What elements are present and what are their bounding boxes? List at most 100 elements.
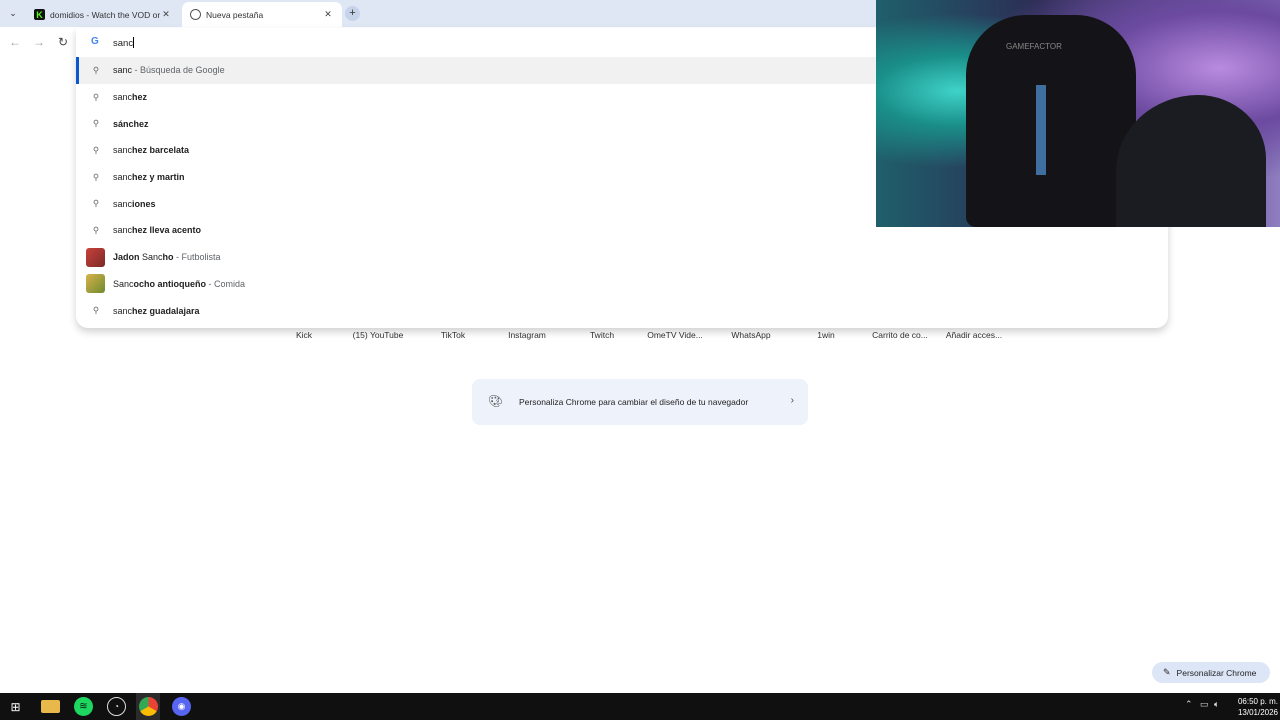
suggestion-text-part: hez lleva acento: [132, 225, 202, 236]
suggestion-text-part: ocho antioqueño: [133, 278, 207, 289]
suggestion-text: Jadon Sancho - Futbolista: [113, 252, 221, 262]
chevron-right-icon: ›: [790, 395, 794, 406]
kick-icon: K: [34, 9, 45, 20]
clock-time: 06:50 p. m.: [1237, 697, 1278, 706]
search-icon: ⚲: [92, 305, 100, 316]
suggestion-text-part: iones: [132, 198, 156, 209]
tab-new-tab[interactable]: Nueva pestaña ✕: [182, 2, 342, 27]
suggestion-text-part: sanc: [113, 145, 133, 156]
shortcut-tile[interactable]: Kick: [269, 330, 339, 340]
suggestion-text-part: sánchez: [113, 118, 149, 129]
suggestion-text: sánchez: [113, 119, 149, 129]
customize-chrome-card[interactable]: 🎨︎ Personaliza Chrome para cambiar el di…: [472, 379, 808, 425]
shortcut-tile[interactable]: Instagram: [492, 330, 562, 340]
food-thumbnail: [86, 274, 105, 294]
suggestion-item[interactable]: Jadon Sancho - Futbolista: [76, 244, 1168, 271]
close-icon[interactable]: ✕: [322, 9, 334, 20]
suggestion-text-part: sanc: [113, 198, 133, 209]
arrow-left-icon: ←: [9, 35, 21, 49]
suggestion-text: sanchez guadalajara: [113, 306, 200, 316]
streamer-head: [1116, 95, 1266, 227]
tab-title: domidios - Watch the VOD on K: [50, 9, 160, 20]
chrome-newtab-icon: [190, 9, 201, 20]
suggestion-text-part: hez y martin: [132, 172, 185, 183]
search-icon: ⚲: [92, 91, 100, 102]
search-icon: ⚲: [92, 64, 100, 75]
system-clock[interactable]: 06:50 p. m. 13/01/2026: [1228, 696, 1278, 718]
back-button[interactable]: ←: [7, 34, 23, 50]
arrow-right-icon: →: [33, 35, 45, 49]
palette-icon: 🎨︎: [488, 394, 504, 408]
suggestion-text-part: sanc: [113, 92, 133, 103]
google-g-icon: G: [91, 36, 99, 47]
suggestion-text-part: sanc: [113, 65, 133, 76]
chevron-down-icon: ⌄: [9, 7, 17, 18]
suggestion-text-part: hez barcelata: [132, 145, 190, 156]
suggestion-text: sanchez y martin: [113, 172, 185, 182]
webcam-overlay: GAMEFACTOR: [876, 0, 1280, 227]
suggestion-text: sanchez: [113, 92, 147, 102]
file-explorer-icon[interactable]: [41, 700, 60, 713]
suggestion-text-part: Sanc: [142, 252, 163, 263]
search-icon: ⚲: [92, 224, 100, 235]
suggestion-text-part: hez guadalajara: [132, 305, 200, 316]
suggestion-text-part: sanc: [113, 172, 133, 183]
customize-chrome-label: Personalizar Chrome: [1176, 667, 1257, 678]
taskbar: ⊞ ≋ ◔ ◉ ⌃ ▭ 🔈︎ 06:50 p. m. 13/01/2026: [0, 693, 1280, 720]
shortcut-tile[interactable]: (15) YouTube: [343, 330, 413, 340]
reload-button[interactable]: ↻: [55, 34, 71, 50]
clock-date: 13/01/2026: [1237, 708, 1278, 717]
suggestion-suffix: - Futbolista: [173, 252, 221, 263]
new-tab-button[interactable]: +: [345, 6, 360, 21]
suggestion-text-part: sanc: [113, 305, 133, 316]
text-caret: [133, 37, 135, 48]
search-icon: ⚲: [92, 198, 100, 209]
shortcut-tile[interactable]: 1win: [791, 330, 861, 340]
search-icon: ⚲: [92, 144, 100, 155]
suggestion-text: sanchez lleva acento: [113, 225, 201, 235]
suggestion-suffix: - Búsqueda de Google: [132, 65, 225, 76]
chair-stripe: [1036, 85, 1046, 175]
close-icon[interactable]: ✕: [160, 9, 172, 20]
windows-start-icon[interactable]: ⊞: [6, 697, 25, 716]
gauge-app-icon[interactable]: ◔: [107, 697, 126, 716]
discord-icon[interactable]: ◉: [172, 697, 191, 716]
suggestion-text: sanchez barcelata: [113, 145, 189, 155]
chair-brand-logo: GAMEFACTOR: [1006, 42, 1062, 51]
suggestion-text-part: Sanc: [113, 278, 134, 289]
suggestion-item[interactable]: Sancocho antioqueño - Comida: [76, 271, 1168, 298]
person-thumbnail: [86, 247, 105, 267]
chevron-up-icon[interactable]: ⌃: [1185, 699, 1193, 710]
customize-card-text: Personaliza Chrome para cambiar el diseñ…: [519, 397, 749, 407]
shortcut-tile[interactable]: Añadir acces...: [939, 330, 1009, 340]
reload-icon: ↻: [57, 35, 69, 49]
suggestion-text-part: Jadon: [113, 252, 143, 263]
shortcut-tile[interactable]: Carrito de co...: [865, 330, 935, 340]
suggestion-item[interactable]: ⚲ sanchez guadalajara: [76, 297, 1168, 324]
suggestion-text-part: ho: [162, 252, 174, 263]
chrome-icon[interactable]: [139, 697, 158, 716]
search-icon: ⚲: [92, 118, 100, 129]
tab-domidios[interactable]: K domidios - Watch the VOD on K ✕: [26, 2, 180, 27]
volume-icon[interactable]: 🔈︎: [1214, 699, 1219, 710]
suggestion-text-part: hez: [132, 92, 148, 103]
shortcut-tile[interactable]: WhatsApp: [716, 330, 786, 340]
pencil-icon: ✎: [1163, 667, 1171, 677]
suggestion-text-part: sanc: [113, 225, 133, 236]
search-icon: ⚲: [92, 171, 100, 182]
forward-button[interactable]: →: [31, 34, 47, 50]
shortcut-tile[interactable]: TikTok: [418, 330, 488, 340]
suggestion-text: sanciones: [113, 199, 156, 209]
customize-chrome-button[interactable]: ✎ Personalizar Chrome: [1152, 662, 1270, 683]
tab-title: Nueva pestaña: [206, 9, 264, 20]
network-icon[interactable]: ▭: [1200, 699, 1209, 710]
tab-search-button[interactable]: ⌄: [4, 4, 22, 22]
spotify-icon[interactable]: ≋: [74, 697, 93, 716]
suggestion-text: Sancocho antioqueño - Comida: [113, 279, 245, 289]
plus-icon: +: [349, 7, 356, 19]
shortcut-tile[interactable]: OmeTV Vide...: [640, 330, 710, 340]
suggestion-text: sanc - Búsqueda de Google: [113, 65, 225, 75]
shortcut-tile[interactable]: Twitch: [567, 330, 637, 340]
address-input[interactable]: sanc: [113, 38, 133, 49]
suggestion-suffix: - Comida: [206, 278, 246, 289]
